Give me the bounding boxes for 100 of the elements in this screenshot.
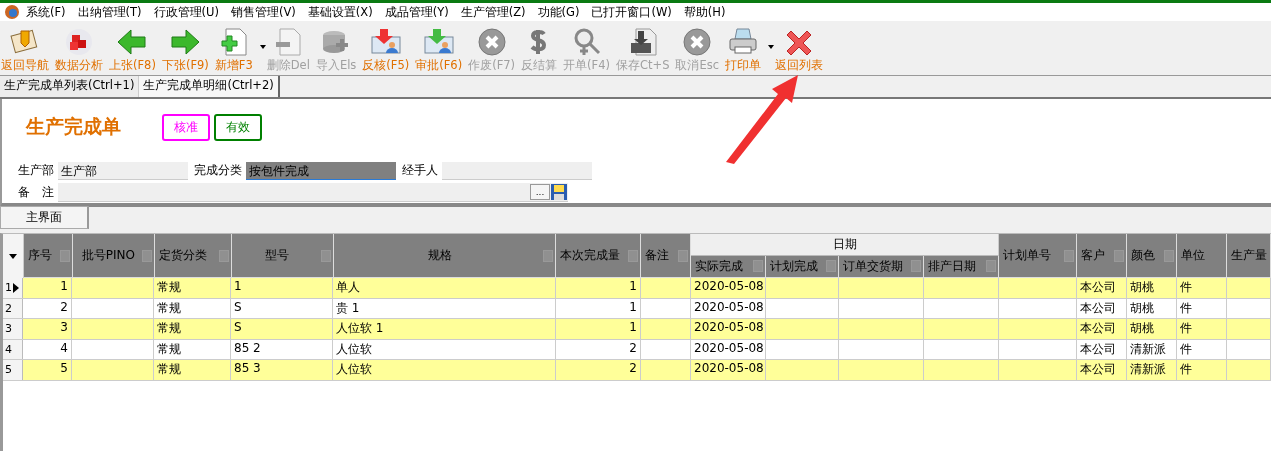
- column-group-header: 日期: [691, 234, 1000, 256]
- caret-icon[interactable]: [259, 45, 266, 49]
- column-header[interactable]: 颜色: [1127, 234, 1178, 278]
- toolbar-button[interactable]: 上张(F8): [108, 23, 161, 73]
- table-cell: 件: [1177, 360, 1227, 380]
- table-cell: 1: [231, 278, 333, 298]
- column-header[interactable]: 型号: [231, 234, 334, 278]
- menu-item[interactable]: 出纳管理(T): [71, 4, 148, 20]
- filter-icon[interactable]: [543, 249, 554, 262]
- column-header[interactable]: 订单交货期: [839, 255, 925, 278]
- table-cell: 5: [23, 360, 72, 380]
- row-header[interactable]: 1: [3, 278, 23, 298]
- table-cell: 件: [1177, 278, 1227, 298]
- table-cell: 4: [23, 339, 72, 359]
- table-cell: 85 3: [231, 360, 333, 380]
- table-cell: 件: [1177, 339, 1227, 359]
- filter-icon[interactable]: [141, 249, 152, 262]
- menu-item[interactable]: 基础设置(X): [301, 4, 379, 20]
- status-badge: 有效: [214, 113, 262, 141]
- filter-icon[interactable]: [320, 249, 331, 262]
- table-cell: 胡桃: [1127, 298, 1177, 318]
- filter-icon[interactable]: [678, 249, 689, 262]
- table-cell: 2: [556, 360, 641, 380]
- toolbar-button[interactable]: 数据分析: [54, 23, 108, 73]
- caret-icon[interactable]: [768, 45, 775, 49]
- caret-icon[interactable]: [9, 253, 17, 259]
- filter-icon[interactable]: [1114, 249, 1125, 262]
- table-cell: S: [231, 319, 333, 339]
- toolbar-button[interactable]: 新增F3: [213, 23, 258, 73]
- table-cell: 胡桃: [1127, 319, 1177, 339]
- menu-item[interactable]: 系统(F): [20, 4, 72, 20]
- filter-icon[interactable]: [628, 249, 639, 262]
- app-logo-icon: [4, 4, 20, 20]
- table-cell: 清新派: [1127, 360, 1177, 380]
- filter-icon[interactable]: [218, 249, 229, 262]
- table-cell: 2: [556, 339, 641, 359]
- toolbar-button[interactable]: 返回导航: [0, 23, 54, 73]
- column-header[interactable]: 备注: [641, 234, 692, 278]
- row-header[interactable]: 2: [3, 298, 23, 318]
- input-field[interactable]: [442, 161, 592, 180]
- column-header[interactable]: 生产量: [1227, 234, 1271, 278]
- sheet-tab[interactable]: 主界面: [0, 206, 89, 229]
- column-header[interactable]: 序号: [23, 234, 73, 278]
- toolbar-button[interactable]: 审批(F6): [414, 23, 468, 73]
- filter-icon[interactable]: [911, 260, 922, 273]
- menu-item[interactable]: 销售管理(V): [225, 4, 302, 20]
- toolbar-button[interactable]: 下张(F9): [160, 23, 214, 73]
- column-header[interactable]: 批号PINO: [72, 234, 155, 278]
- toolbar-button[interactable]: 返回列表: [774, 23, 829, 73]
- table-cell: 本公司: [1077, 298, 1127, 318]
- table-cell: 2020-05-08: [691, 360, 766, 380]
- row-header[interactable]: 3: [3, 319, 23, 339]
- row-header[interactable]: 4: [3, 339, 23, 359]
- cancel-icon: [475, 27, 508, 57]
- filter-icon[interactable]: [59, 249, 70, 262]
- status-badge: 核准: [162, 113, 210, 141]
- menu-item[interactable]: 生产管理(Z): [454, 4, 532, 20]
- table-cell: 本公司: [1077, 278, 1127, 298]
- form-title: 生产完成单: [24, 114, 122, 140]
- download-user-icon: [369, 27, 402, 57]
- column-header[interactable]: 计划完成: [766, 255, 840, 278]
- menu-item[interactable]: 功能(G): [531, 4, 586, 20]
- browse-button[interactable]: ...: [530, 184, 550, 201]
- remark-field[interactable]: ...: [58, 183, 568, 203]
- filter-icon[interactable]: [826, 260, 837, 273]
- toolbar-button[interactable]: 反核(F5): [361, 23, 415, 73]
- menu-item[interactable]: 成品管理(Y): [378, 4, 455, 20]
- menu-item[interactable]: 已打开窗口(W): [585, 4, 678, 20]
- column-header[interactable]: 定货分类: [154, 234, 232, 278]
- document-tab[interactable]: 生产完成单列表(Ctrl+1): [0, 76, 140, 97]
- row-header[interactable]: 5: [3, 360, 23, 380]
- table-cell: 2020-05-08: [691, 319, 766, 339]
- column-header[interactable]: 单位: [1177, 234, 1227, 278]
- table-cell: 人位软: [333, 339, 556, 359]
- cubes-icon: [63, 27, 95, 57]
- toolbar-button[interactable]: 打印单: [724, 23, 767, 73]
- input-field[interactable]: 生产部: [58, 161, 188, 180]
- column-header[interactable]: 实际完成: [691, 255, 767, 278]
- table-cell: 常规: [154, 339, 231, 359]
- table-cell: 贵 1: [333, 298, 556, 318]
- filter-icon[interactable]: [986, 260, 997, 273]
- column-header[interactable]: 规格: [333, 234, 557, 278]
- column-header[interactable]: 计划单号: [999, 234, 1078, 278]
- table-cell: 2: [23, 298, 72, 318]
- table-cell: 人位软: [333, 360, 556, 380]
- column-header[interactable]: 本次完成量: [556, 234, 642, 278]
- field-label: 生产部: [17, 162, 54, 180]
- table-cell: 1: [556, 298, 641, 318]
- column-header[interactable]: 排产日期: [924, 255, 1000, 278]
- save-icon[interactable]: [550, 183, 568, 202]
- menu-item[interactable]: 行政管理(U): [147, 4, 225, 20]
- filter-icon[interactable]: [1164, 249, 1175, 262]
- document-tab[interactable]: 生产完成单明细(Ctrl+2): [139, 76, 280, 97]
- column-header[interactable]: 客户: [1077, 234, 1128, 278]
- table-cell: 本公司: [1077, 319, 1127, 339]
- filter-icon[interactable]: [753, 260, 764, 273]
- table-cell: 人位软 1: [333, 319, 556, 339]
- filter-icon[interactable]: [1064, 249, 1075, 262]
- menu-item[interactable]: 帮助(H): [677, 4, 732, 20]
- input-field[interactable]: 按包件完成: [246, 161, 396, 180]
